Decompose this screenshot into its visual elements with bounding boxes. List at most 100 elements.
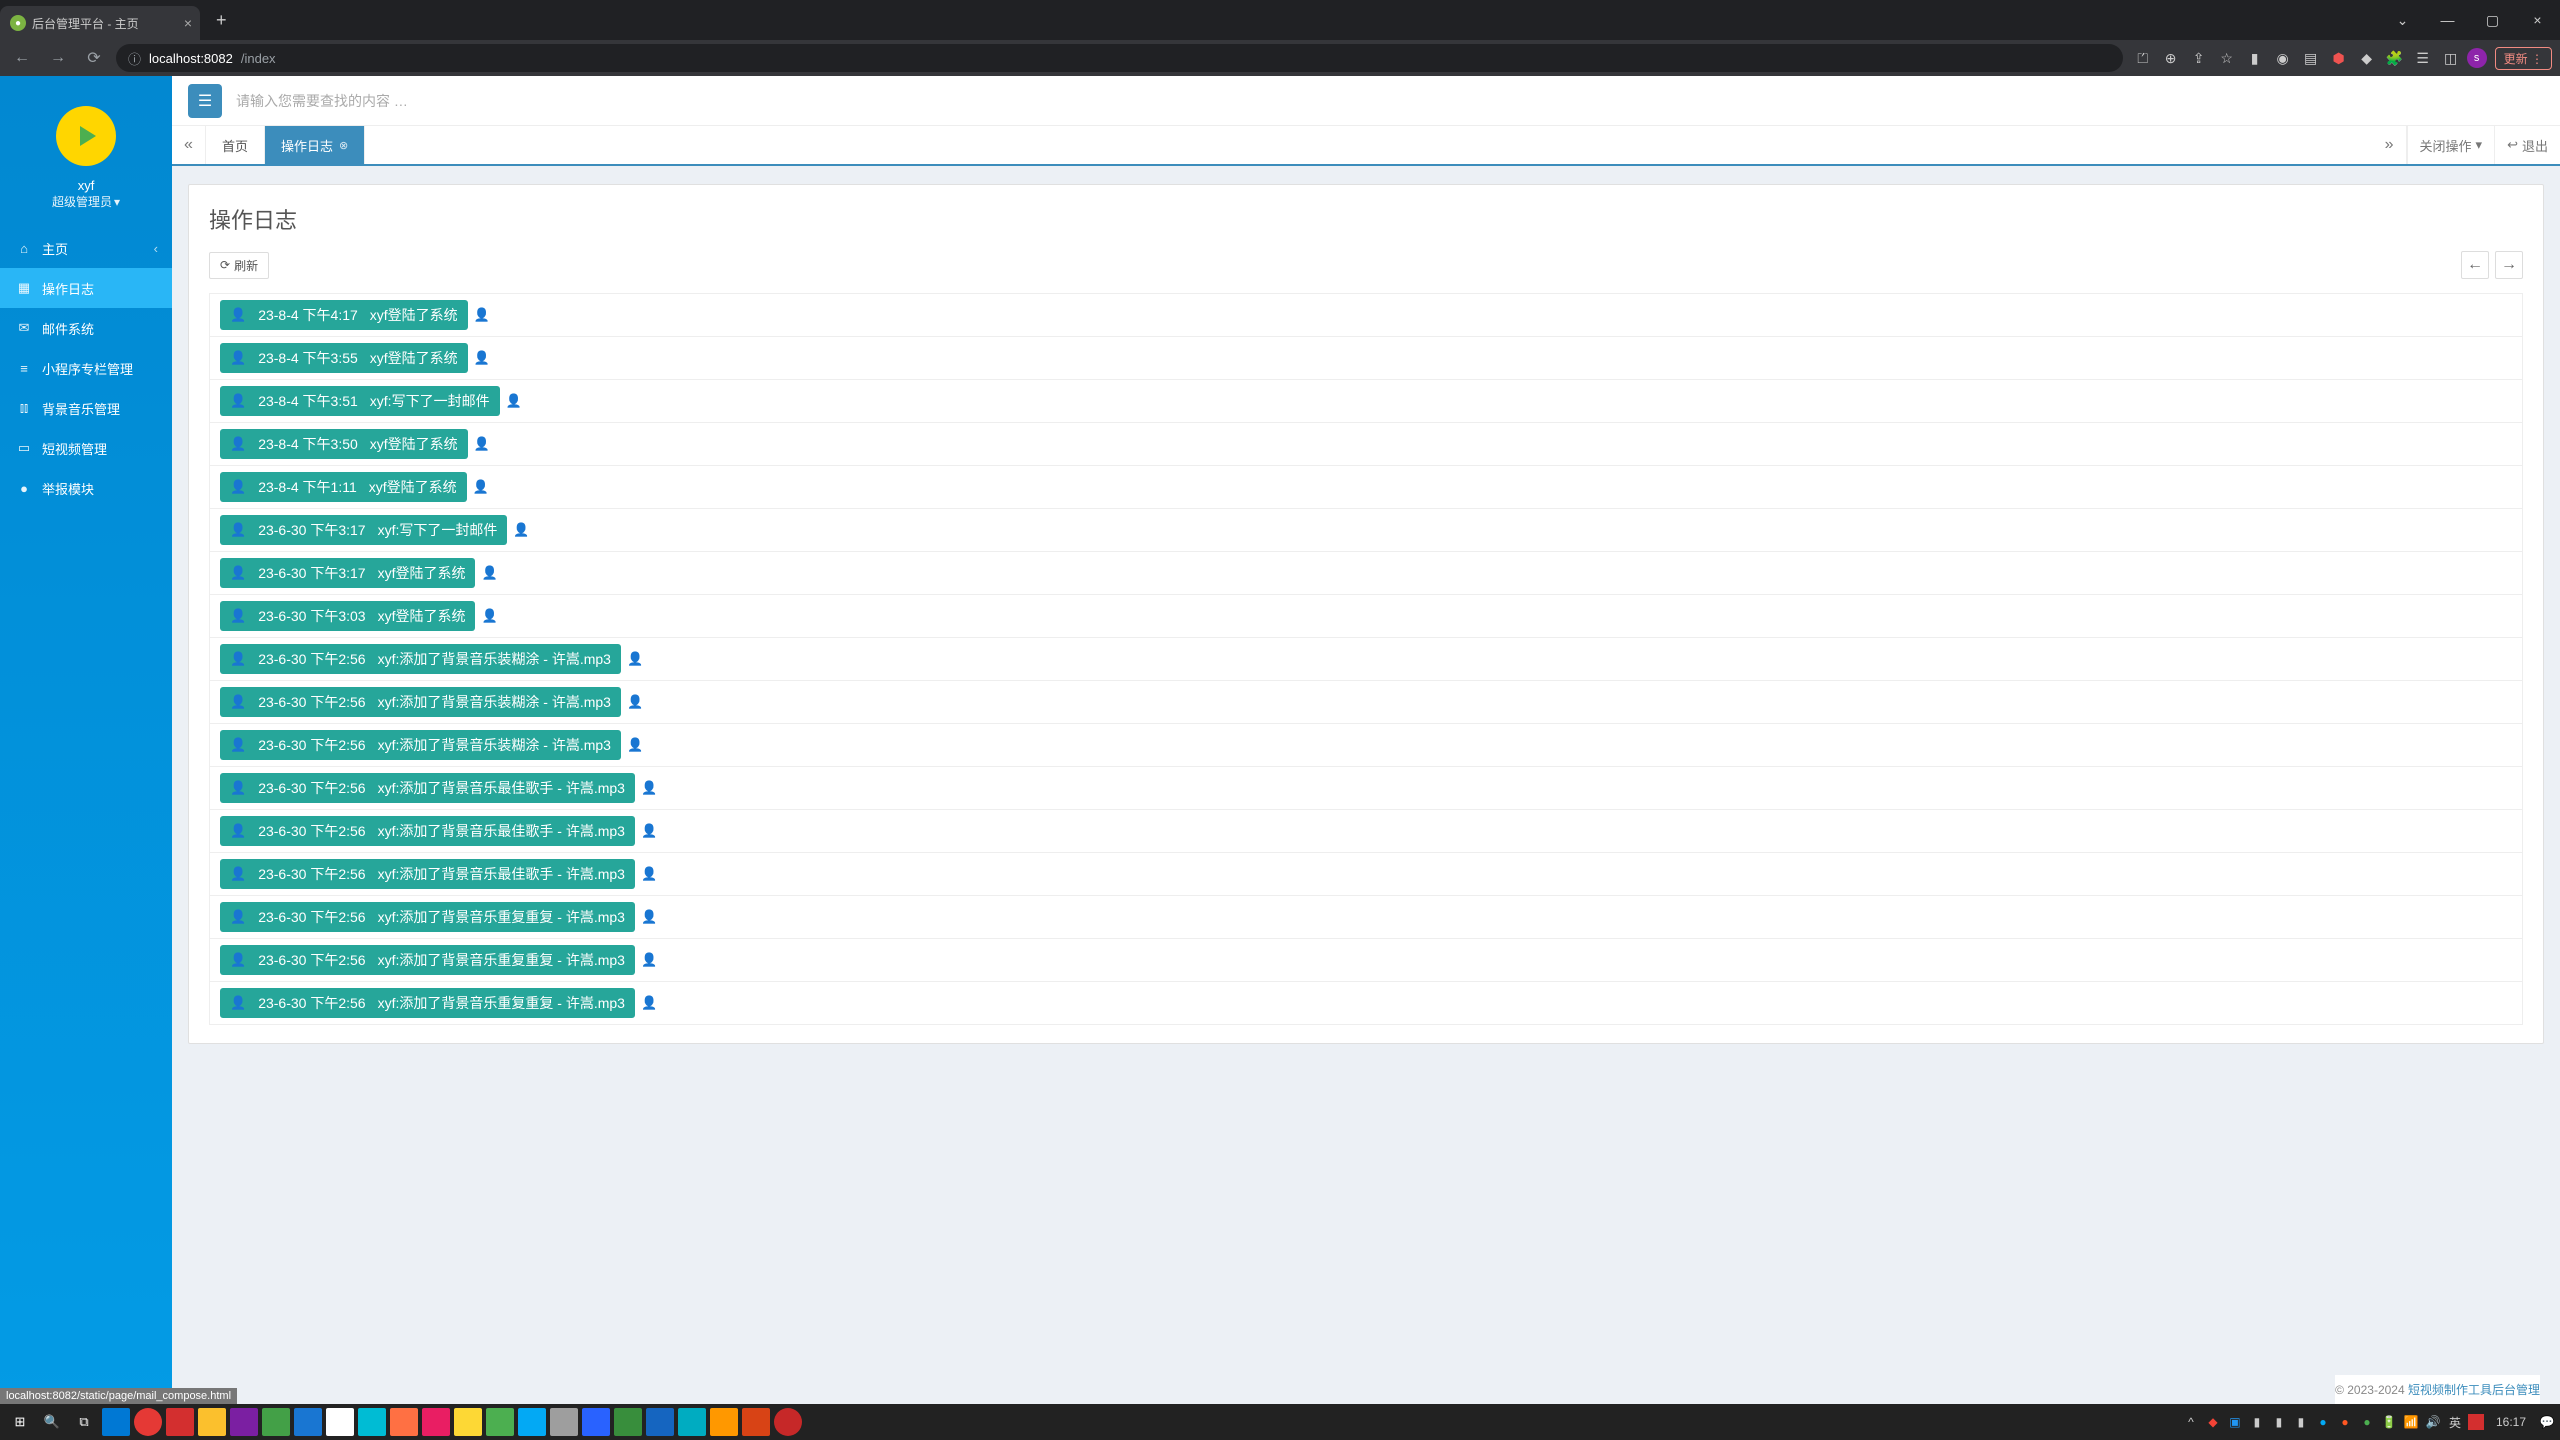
share-icon[interactable]: ⇪ [2187,46,2211,70]
tab-close-icon[interactable]: × [184,15,192,31]
prev-page-button[interactable]: ← [2461,251,2489,279]
ext-icon-1[interactable]: ▮ [2243,46,2267,70]
taskbar-app-14[interactable] [518,1408,546,1436]
page-tab-1[interactable]: 操作日志⊗ [265,126,365,164]
tray-icon-7[interactable]: ● [2336,1413,2354,1431]
sidebar-item-6[interactable]: ●举报模块 [0,468,172,508]
taskbar-app-1[interactable] [102,1408,130,1436]
close-window-button[interactable]: × [2515,5,2560,35]
tray-icon-9[interactable]: 🔋 [2380,1413,2398,1431]
next-page-button[interactable]: → [2495,251,2523,279]
clock[interactable]: 16:17 [2496,1415,2526,1429]
user-icon: 👤 [230,479,246,495]
sidebar: xyf 超级管理员▾ ⌂主页▦操作日志✉邮件系统≡小程序专栏管理⫾⫾背景音乐管理… [0,76,172,1404]
ext-icon-4[interactable]: ⬢ [2327,46,2351,70]
maximize-button[interactable]: ▢ [2470,5,2515,35]
ext-icon-3[interactable]: ▤ [2299,46,2323,70]
notifications-icon[interactable]: 💬 [2538,1413,2556,1431]
taskbar-app-8[interactable] [326,1408,354,1436]
taskbar-app-11[interactable] [422,1408,450,1436]
taskbar-app-18[interactable] [646,1408,674,1436]
user-icon: 👤 [230,651,246,667]
tray-icon-12[interactable] [2468,1414,2484,1430]
sidebar-item-5[interactable]: ▭短视频管理 [0,428,172,468]
back-button[interactable]: ← [8,49,36,67]
logout-button[interactable]: ↩退出 [2494,126,2560,164]
sidebar-item-4[interactable]: ⫾⫾背景音乐管理 [0,388,172,428]
close-ops-dropdown[interactable]: 关闭操作▾ [2407,126,2495,164]
user-role-dropdown[interactable]: 超级管理员▾ [0,193,172,210]
ext-icon-2[interactable]: ◉ [2271,46,2295,70]
log-badge: 👤23-6-30 下午2:56xyf:添加了背景音乐最佳歌手 - 许嵩.mp3 [220,816,635,846]
person-icon: 👤 [513,522,529,538]
tray-icon-8[interactable]: ● [2358,1413,2376,1431]
taskbar-app-20[interactable] [710,1408,738,1436]
tray-icon-4[interactable]: ▮ [2270,1413,2288,1431]
sidebar-item-2[interactable]: ✉邮件系统 [0,308,172,348]
taskbar-app-3[interactable] [166,1408,194,1436]
profile-avatar[interactable]: s [2467,48,2487,68]
side-panel-icon[interactable]: ◫ [2439,46,2463,70]
start-button[interactable]: ⊞ [6,1408,34,1436]
bookmark-icon[interactable]: ☆ [2215,46,2239,70]
taskbar-app-12[interactable] [454,1408,482,1436]
tray-icon-1[interactable]: ◆ [2204,1413,2222,1431]
taskbar-app-10[interactable] [390,1408,418,1436]
taskbar-app-22[interactable] [774,1408,802,1436]
log-row: 👤23-6-30 下午2:56xyf:添加了背景音乐最佳歌手 - 许嵩.mp3👤 [210,853,2522,896]
taskbar-app-21[interactable] [742,1408,770,1436]
update-button[interactable]: 更新 ⋮ [2495,47,2552,70]
sidebar-item-1[interactable]: ▦操作日志 [0,268,172,308]
open-app-icon[interactable]: ⏍ [2131,46,2155,70]
taskbar-app-6[interactable] [262,1408,290,1436]
taskbar-app-19[interactable] [678,1408,706,1436]
minimize-button[interactable]: — [2425,5,2470,35]
search-input[interactable]: 请输入您需要查找的内容 … [236,91,408,111]
ext-icon-5[interactable]: ◆ [2355,46,2379,70]
toggle-sidebar-button[interactable]: ☰ [188,84,222,118]
reading-list-icon[interactable]: ☰ [2411,46,2435,70]
taskbar-app-9[interactable] [358,1408,386,1436]
ime-indicator[interactable]: 英 [2446,1413,2464,1431]
tray-icon-5[interactable]: ▮ [2292,1413,2310,1431]
new-tab-button[interactable]: + [208,10,235,31]
taskbar-app-7[interactable] [294,1408,322,1436]
tray-icon-2[interactable]: ▣ [2226,1413,2244,1431]
taskbar-app-15[interactable] [550,1408,578,1436]
refresh-button[interactable]: ⟳刷新 [209,252,269,279]
tab-close-icon[interactable]: ⊗ [339,139,348,152]
tab-scroll-right-button[interactable]: » [2373,126,2407,164]
volume-icon[interactable]: 🔊 [2424,1413,2442,1431]
taskbar-app-17[interactable] [614,1408,642,1436]
zoom-icon[interactable]: ⊕ [2159,46,2183,70]
tray-chevron-icon[interactable]: ^ [2182,1413,2200,1431]
sidebar-item-3[interactable]: ≡小程序专栏管理 [0,348,172,388]
forward-button[interactable]: → [44,49,72,67]
tray-icon-6[interactable]: ● [2314,1413,2332,1431]
taskbar-app-13[interactable] [486,1408,514,1436]
chevron-down-icon[interactable]: ⌄ [2380,5,2425,35]
address-bar[interactable]: ⓘ localhost:8082/index [116,44,2123,72]
menu-icon: ⫾⫾ [16,400,32,416]
menu-icon: ● [16,481,32,496]
tray-icon-3[interactable]: ▮ [2248,1413,2266,1431]
log-time: 23-8-4 下午3:51 [258,391,358,411]
sidebar-item-0[interactable]: ⌂主页 [0,228,172,268]
site-info-icon[interactable]: ⓘ [128,49,141,68]
log-row: 👤23-8-4 下午3:50xyf登陆了系统👤 [210,423,2522,466]
task-view-icon[interactable]: ⧉ [70,1408,98,1436]
extensions-icon[interactable]: 🧩 [2383,46,2407,70]
footer-link[interactable]: 短视频制作工具后台管理 [2408,1383,2540,1397]
browser-tab[interactable]: ● 后台管理平台 - 主页 × [0,6,200,40]
taskbar-app-2[interactable] [134,1408,162,1436]
tab-scroll-left-button[interactable]: « [172,126,206,164]
reload-button[interactable]: ⟳ [80,48,108,68]
taskbar-app-16[interactable] [582,1408,610,1436]
system-tray[interactable]: ^ ◆ ▣ ▮ ▮ ▮ ● ● ● 🔋 📶 🔊 英 16:17 💬 [2182,1413,2556,1431]
tray-icon-10[interactable]: 📶 [2402,1413,2420,1431]
taskbar-app-5[interactable] [230,1408,258,1436]
taskbar-app-4[interactable] [198,1408,226,1436]
search-icon[interactable]: 🔍 [38,1408,66,1436]
page-tab-0[interactable]: 首页 [206,126,265,164]
log-badge: 👤23-6-30 下午2:56xyf:添加了背景音乐装糊涂 - 许嵩.mp3 [220,644,621,674]
